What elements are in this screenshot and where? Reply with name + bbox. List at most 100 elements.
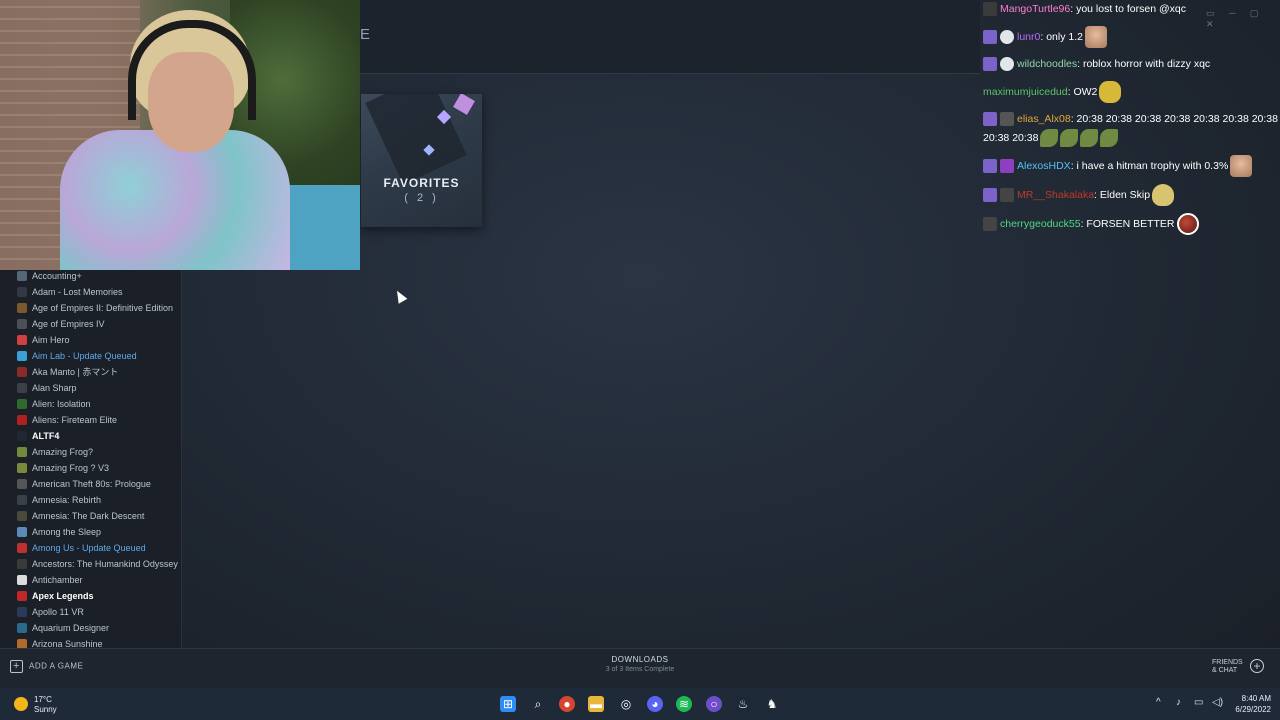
game-icon [17,639,27,648]
downloads-subtitle: 3 of 3 Items Complete [605,666,675,673]
chat-message: MangoTurtle96: you lost to forsen @xqc [982,0,1280,19]
add-friend-icon[interactable]: + [1250,659,1264,673]
chat-username[interactable]: AlexosHDX [1017,160,1071,172]
sub-badge-icon [983,30,997,44]
add-game-button[interactable]: + ADD A GAME [10,660,83,673]
favorites-count: ( 2 ) [404,192,439,204]
mic-icon[interactable]: ♪ [1176,697,1181,708]
file-explorer-icon[interactable]: ▬ [588,696,604,712]
friends-chat-button[interactable]: FRIENDS & CHAT [1212,659,1243,675]
game-list-item[interactable]: Age of Empires IV [0,316,181,332]
game-name: Aim Hero [32,335,70,345]
clock-time[interactable]: 8:40 AM [1233,694,1271,703]
chrome-icon[interactable]: ● [559,696,575,712]
chat-username[interactable]: MangoTurtle96 [1000,3,1070,15]
game-list-item[interactable]: Apollo 11 VR [0,604,181,620]
game-list-item[interactable]: Amnesia: Rebirth [0,492,181,508]
game-name: Ancestors: The Humankind Odyssey [32,559,178,569]
chat-text: OW2 [1073,85,1098,98]
chat-username[interactable]: lunr0 [1017,31,1040,43]
game-list-item[interactable]: Aquarium Designer [0,620,181,636]
game-list-item[interactable]: Aka Manto | 赤マント [0,364,181,380]
game-icon [17,511,27,521]
chat-message: cherrygeoduck55: FORSEN BETTER [982,213,1280,235]
chat-username[interactable]: wildchoodles [1017,58,1077,70]
tile-art-gem [453,94,475,115]
steam-icon[interactable]: ♨ [735,696,751,712]
game-list-item[interactable]: ALTF4 [0,428,181,444]
vid-badge-icon [1000,159,1014,173]
chat-text: roblox horror with dizzy xqc [1082,58,1211,70]
game-icon [17,543,27,553]
search-icon[interactable]: ⌕ [530,696,546,712]
game-icon [17,351,27,361]
game-list-item[interactable]: Adam - Lost Memories [0,284,181,300]
chat-overlay: MangoTurtle96: you lost to forsen @xqc lu… [982,0,1280,265]
library-header: E [360,0,980,74]
downloads-status[interactable]: DOWNLOADS 3 of 3 Items Complete [560,655,720,673]
chat-username[interactable]: maximumjuicedud [983,86,1068,98]
game-list-item[interactable]: Ancestors: The Humankind Odyssey [0,556,181,572]
chat-text: Elden Skip [1099,188,1151,201]
game-list-item[interactable]: Accounting+ [0,268,181,284]
chat-username[interactable]: elias_Alx08 [1017,113,1071,125]
gold-emote-icon [1099,81,1122,103]
game-icon [17,271,27,281]
prime-badge-icon [1000,30,1014,44]
game-list-item[interactable]: Aim Lab - Update Queued [0,348,181,364]
game-list-item[interactable]: Aim Hero [0,332,181,348]
discord-icon[interactable]: ◕ [647,696,663,712]
game-list-item[interactable]: Aliens: Fireteam Elite [0,412,181,428]
chat-username[interactable]: MR__Shakalaka [1017,189,1094,201]
plus-icon: + [10,660,23,673]
favorites-collection-tile[interactable]: FAVORITES ( 2 ) [361,94,482,227]
game-icon [17,335,27,345]
game-list-item[interactable]: Apex Legends [0,588,181,604]
game-name: Apollo 11 VR [32,607,84,617]
friends-label: FRIENDS [1212,659,1243,666]
game-list-item[interactable]: Alien: Isolation [0,396,181,412]
game-list-item[interactable]: Arizona Sunshine [0,636,181,648]
clock-date[interactable]: 6/29/2022 [1225,705,1271,714]
chevron-up-icon[interactable]: ^ [1156,697,1161,708]
game-list-item[interactable]: Age of Empires II: Definitive Edition [0,300,181,316]
obs-icon[interactable]: ◎ [618,696,634,712]
windows-start-icon[interactable]: ⊞ [500,696,516,712]
game-list-item[interactable]: Amazing Frog ? V3 [0,460,181,476]
app-icon[interactable]: ○ [706,696,722,712]
windows-taskbar: 17°C Sunny ⊞ ⌕ ● ▬ ◎ ◕ ≋ ○ ♨ ♞ ^ ♪ ▭ ◁) … [0,688,1280,720]
game-app-icon[interactable]: ♞ [764,696,780,712]
volume-icon[interactable]: ◁) [1212,697,1223,708]
network-icon[interactable]: ▭ [1194,697,1203,708]
game-icon [17,319,27,329]
chat-username[interactable]: cherrygeoduck55 [1000,218,1081,230]
leaf-emote-icon [1100,129,1119,148]
game-name: Accounting+ [32,271,82,281]
chat-message: lunr0: only 1.2 [982,26,1280,48]
chat-text: i have a hitman trophy with 0.3% [1076,159,1229,172]
game-name: Amnesia: The Dark Descent [32,511,145,521]
game-icon [17,447,27,457]
game-list-item[interactable]: Amazing Frog? [0,444,181,460]
game-list-item[interactable]: Amnesia: The Dark Descent [0,508,181,524]
game-icon [17,399,27,409]
game-name: Among Us [32,543,75,553]
chat-text: you lost to forsen @xqc [1076,3,1186,15]
game-list-sidebar[interactable]: Accounting+ Adam - Lost Memories Age of Em… [0,268,182,648]
duck-emote-icon [1152,184,1175,206]
game-list-item[interactable]: Among Us - Update Queued [0,540,181,556]
game-list-item[interactable]: Alan Sharp [0,380,181,396]
game-list-item[interactable]: Among the Sleep [0,524,181,540]
game-list-item[interactable]: American Theft 80s: Prologue [0,476,181,492]
add-game-label: ADD A GAME [29,661,84,671]
spotify-icon[interactable]: ≋ [676,696,692,712]
game-status: - Update Queued [74,543,146,553]
sun-icon[interactable] [14,697,28,711]
ball-emote-icon [1176,213,1199,235]
game-icon [17,303,27,313]
leaf-emote-icon [1040,129,1059,148]
game-name: Antichamber [32,575,83,585]
header-partial-text: E [360,26,371,43]
game-icon [17,383,27,393]
game-list-item[interactable]: Antichamber [0,572,181,588]
